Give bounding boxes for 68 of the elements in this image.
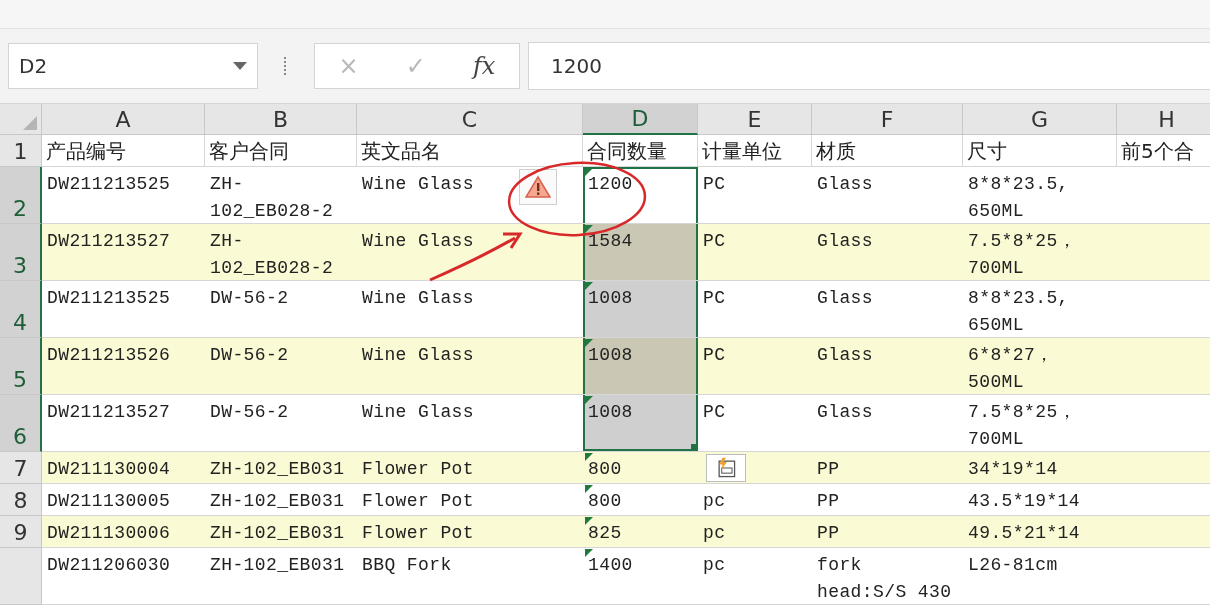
row-header[interactable]: 7	[0, 452, 42, 484]
table-cell: Flower Pot	[357, 452, 583, 484]
table-cell: 1584	[583, 224, 698, 281]
table-cell: 6*8*27，500ML	[963, 338, 1117, 395]
row-header[interactable]: 6	[0, 395, 42, 452]
table-cell: PP	[812, 516, 963, 548]
table-cell: 合同数量	[583, 135, 698, 167]
corner-triangle-icon	[23, 116, 37, 130]
table-cell: DW211213526	[42, 338, 205, 395]
table-cell: Wine Glass	[357, 167, 583, 224]
table-cell: 1200	[583, 167, 698, 224]
table-cell: Wine Glass	[357, 224, 583, 281]
table-cell: 1008	[583, 281, 698, 338]
table-cell: Glass	[812, 224, 963, 281]
drag-handle-icon[interactable]	[284, 57, 288, 75]
column-header[interactable]: B	[205, 104, 357, 135]
warning-button[interactable]	[519, 169, 557, 205]
row-header[interactable]: 2	[0, 167, 42, 224]
row-header[interactable]: 8	[0, 484, 42, 516]
select-all-corner[interactable]	[0, 104, 42, 135]
formula-input[interactable]: 1200	[528, 42, 1210, 90]
fill-handle[interactable]	[691, 444, 698, 451]
row-header[interactable]: 9	[0, 516, 42, 548]
name-box[interactable]: D2	[8, 43, 258, 89]
row-header[interactable]: 3	[0, 224, 42, 281]
table-cell: ZH-102_EB031	[205, 516, 357, 548]
table-cell: 7.5*8*25，700ML	[963, 224, 1117, 281]
table-cell: 1008	[583, 395, 698, 452]
dropdown-caret-icon[interactable]	[233, 62, 247, 70]
row-header[interactable]: 4	[0, 281, 42, 338]
table-cell: Glass	[812, 338, 963, 395]
table-cell: PC	[698, 338, 812, 395]
column-header[interactable]: A	[42, 104, 205, 135]
table-cell: 客户合同	[205, 135, 357, 167]
table-cell: DW-56-2	[205, 338, 357, 395]
table-cell: PP	[812, 452, 963, 484]
column-header[interactable]: F	[812, 104, 963, 135]
table-cell: PC	[698, 224, 812, 281]
table-cell: ZH-102_EB031	[205, 452, 357, 484]
table-cell: Wine Glass	[357, 338, 583, 395]
row-header[interactable]: 5	[0, 338, 42, 395]
table-cell: DW211130006	[42, 516, 205, 548]
column-header[interactable]: G	[963, 104, 1117, 135]
table-cell: 34*19*14	[963, 452, 1117, 484]
warning-icon	[525, 175, 551, 199]
column-header[interactable]: C	[357, 104, 583, 135]
table-cell: 产品编号	[42, 135, 205, 167]
table-cell: 英文品名	[357, 135, 583, 167]
table-cell: DW211213527	[42, 224, 205, 281]
column-header[interactable]: D	[583, 104, 698, 135]
paste-options-button[interactable]	[706, 454, 746, 482]
table-cell: 49.5*21*14	[963, 516, 1117, 548]
column-header[interactable]: H	[1117, 104, 1210, 135]
table-cell: 800	[583, 484, 698, 516]
table-cell: 800	[583, 452, 698, 484]
insert-function-button[interactable]: fx	[467, 50, 502, 82]
table-cell: 1008	[583, 338, 698, 395]
table-cell: ZH-102_EB028-2	[205, 224, 357, 281]
table-cell: 尺寸	[963, 135, 1117, 167]
row-header[interactable]: 1	[0, 135, 42, 167]
table-cell: DW211130004	[42, 452, 205, 484]
column-header[interactable]: E	[698, 104, 812, 135]
table-cell: 825	[583, 516, 698, 548]
table-cell: Flower Pot	[357, 516, 583, 548]
table-cell: 1400	[583, 548, 698, 605]
table-cell: 计量单位	[698, 135, 812, 167]
table-cell: 材质	[812, 135, 963, 167]
table-cell: pc	[698, 516, 812, 548]
